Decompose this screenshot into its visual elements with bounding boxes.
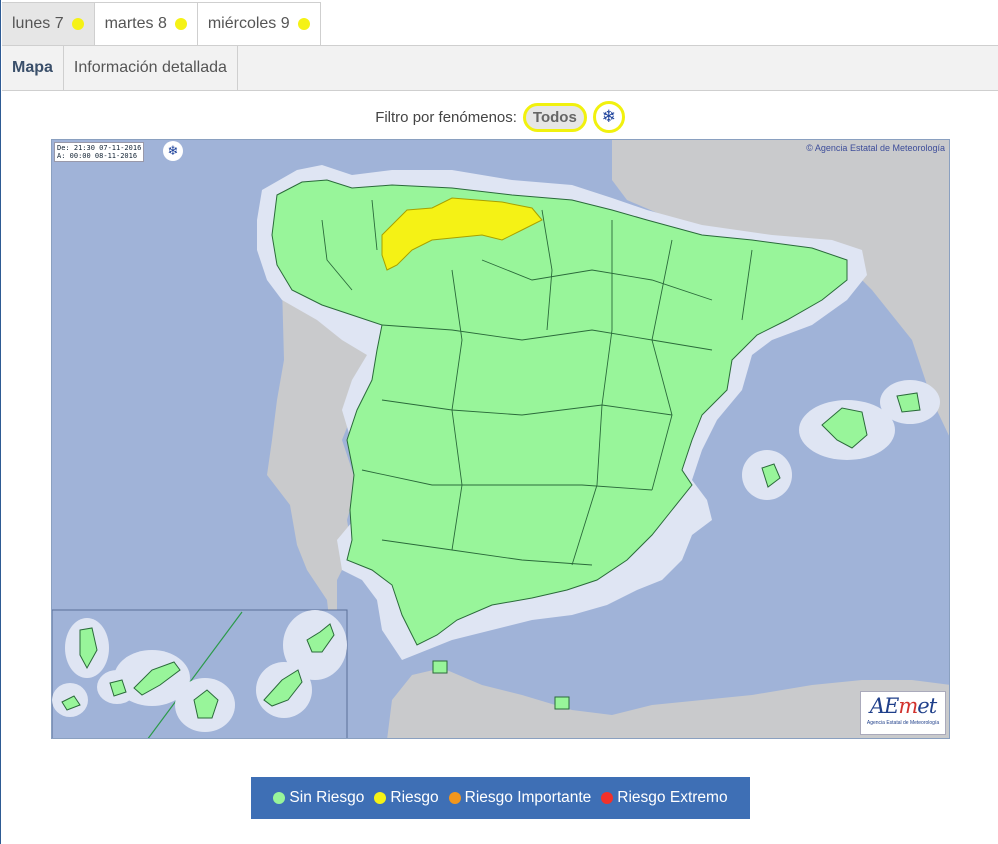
- day-label: lunes 7: [12, 15, 64, 32]
- legend-dot: [273, 792, 286, 804]
- validity-box: De: 21:30 07-11-2016 A: 00:00 08-11-2016: [54, 142, 145, 162]
- legend-item-riesgo: Riesgo: [374, 789, 439, 807]
- filter-todos-button[interactable]: Todos: [522, 102, 587, 132]
- filter-snow-button[interactable]: ❄: [592, 101, 625, 133]
- legend-item-sin-riesgo: Sin Riesgo: [273, 789, 364, 807]
- risk-dot: [71, 18, 84, 30]
- legend-dot: [448, 792, 461, 804]
- risk-dot: [174, 18, 187, 30]
- risk-dot: [297, 18, 310, 30]
- view-tabs: Mapa Información detallada: [2, 46, 998, 91]
- ceuta: [432, 660, 448, 674]
- tab-day-2[interactable]: martes 8: [94, 2, 198, 45]
- phenomena-filter: Filtro por fenómenos: Todos ❄: [1, 100, 998, 134]
- aemet-logo-subtitle: Agencia Estatal de Meteorología: [866, 720, 940, 726]
- tab-mapa[interactable]: Mapa: [2, 46, 64, 90]
- legend-item-riesgo-extremo: Riesgo Extremo: [601, 789, 728, 807]
- filter-label: Filtro por fenómenos:: [375, 108, 517, 126]
- legend-dot: [374, 792, 387, 804]
- legend-label: Riesgo: [390, 789, 439, 806]
- validity-from: De: 21:30 07-11-2016: [57, 144, 142, 152]
- aemet-logo: AEmet Agencia Estatal de Meteorología: [860, 691, 946, 735]
- tab-day-1[interactable]: lunes 7: [2, 2, 95, 45]
- day-label: miércoles 9: [207, 15, 290, 32]
- legend-label: Riesgo Extremo: [617, 789, 728, 806]
- legend-label: Sin Riesgo: [289, 789, 365, 806]
- map-snowflake-icon: ❄: [163, 141, 183, 161]
- aemet-logo-wordmark: AEmet: [869, 694, 937, 718]
- map-canvas: [52, 140, 949, 738]
- melilla: [554, 696, 570, 710]
- page-frame: lunes 7 martes 8 miércoles 9 Mapa Inform…: [0, 0, 998, 844]
- tab-day-3[interactable]: miércoles 9: [197, 2, 321, 45]
- snowflake-icon: ❄: [601, 107, 616, 126]
- day-tabs: lunes 7 martes 8 miércoles 9: [2, 2, 998, 46]
- day-label: martes 8: [104, 15, 167, 32]
- legend-item-riesgo-importante: Riesgo Importante: [448, 789, 592, 807]
- risk-legend: Sin Riesgo Riesgo Riesgo Importante Ries…: [251, 777, 750, 819]
- warnings-map: De: 21:30 07-11-2016 A: 00:00 08-11-2016…: [51, 139, 950, 739]
- validity-to: A: 00:00 08-11-2016: [57, 152, 138, 160]
- legend-dot: [601, 792, 614, 804]
- canary-inset: [52, 609, 348, 738]
- tab-informacion-detallada[interactable]: Información detallada: [64, 46, 238, 90]
- map-copyright: © Agencia Estatal de Meteorología: [806, 143, 945, 153]
- legend-label: Riesgo Importante: [464, 789, 592, 806]
